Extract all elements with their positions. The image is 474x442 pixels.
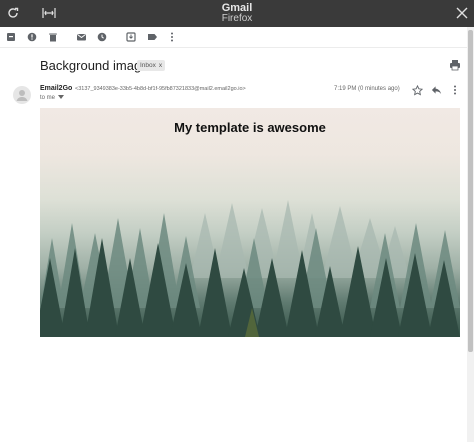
delete-icon[interactable] <box>46 30 60 44</box>
label-icon[interactable] <box>145 30 159 44</box>
sender-avatar <box>13 86 31 104</box>
more-options-icon[interactable] <box>449 84 461 96</box>
email-background-image: My template is awesome <box>40 108 460 337</box>
forest-illustration <box>40 200 460 337</box>
window-subtitle: Firefox <box>221 13 253 24</box>
recipient-text: to me <box>40 95 56 101</box>
archive-icon[interactable] <box>4 30 18 44</box>
email-body-heading: My template is awesome <box>174 120 326 135</box>
mark-unread-icon[interactable] <box>74 30 88 44</box>
more-vert-icon[interactable] <box>165 30 179 44</box>
report-spam-icon[interactable] <box>25 30 39 44</box>
sender-email: <3137_9349383e-33b5-4b8d-bf1f-95fb873218… <box>75 86 246 92</box>
close-icon[interactable] <box>453 4 471 22</box>
sender-name: Email2Go <box>40 85 73 92</box>
scrollbar-thumb[interactable] <box>468 30 473 352</box>
star-icon[interactable] <box>411 84 423 96</box>
message-toolbar <box>0 27 468 48</box>
inbox-label-chip[interactable]: Inbox x <box>137 60 166 71</box>
window-titlebar: Gmail Firefox <box>0 0 474 27</box>
email-timestamp: 7:19 PM (0 minutes ago) <box>334 86 400 92</box>
move-to-icon[interactable] <box>124 30 138 44</box>
reply-icon[interactable] <box>430 84 442 96</box>
print-icon[interactable] <box>449 58 461 71</box>
snooze-icon[interactable] <box>95 30 109 44</box>
label-text: Inbox <box>140 62 156 69</box>
chevron-down-icon[interactable] <box>58 95 65 101</box>
recipient-toggle[interactable]: to me <box>40 95 65 101</box>
remove-label-icon[interactable]: x <box>159 60 162 71</box>
